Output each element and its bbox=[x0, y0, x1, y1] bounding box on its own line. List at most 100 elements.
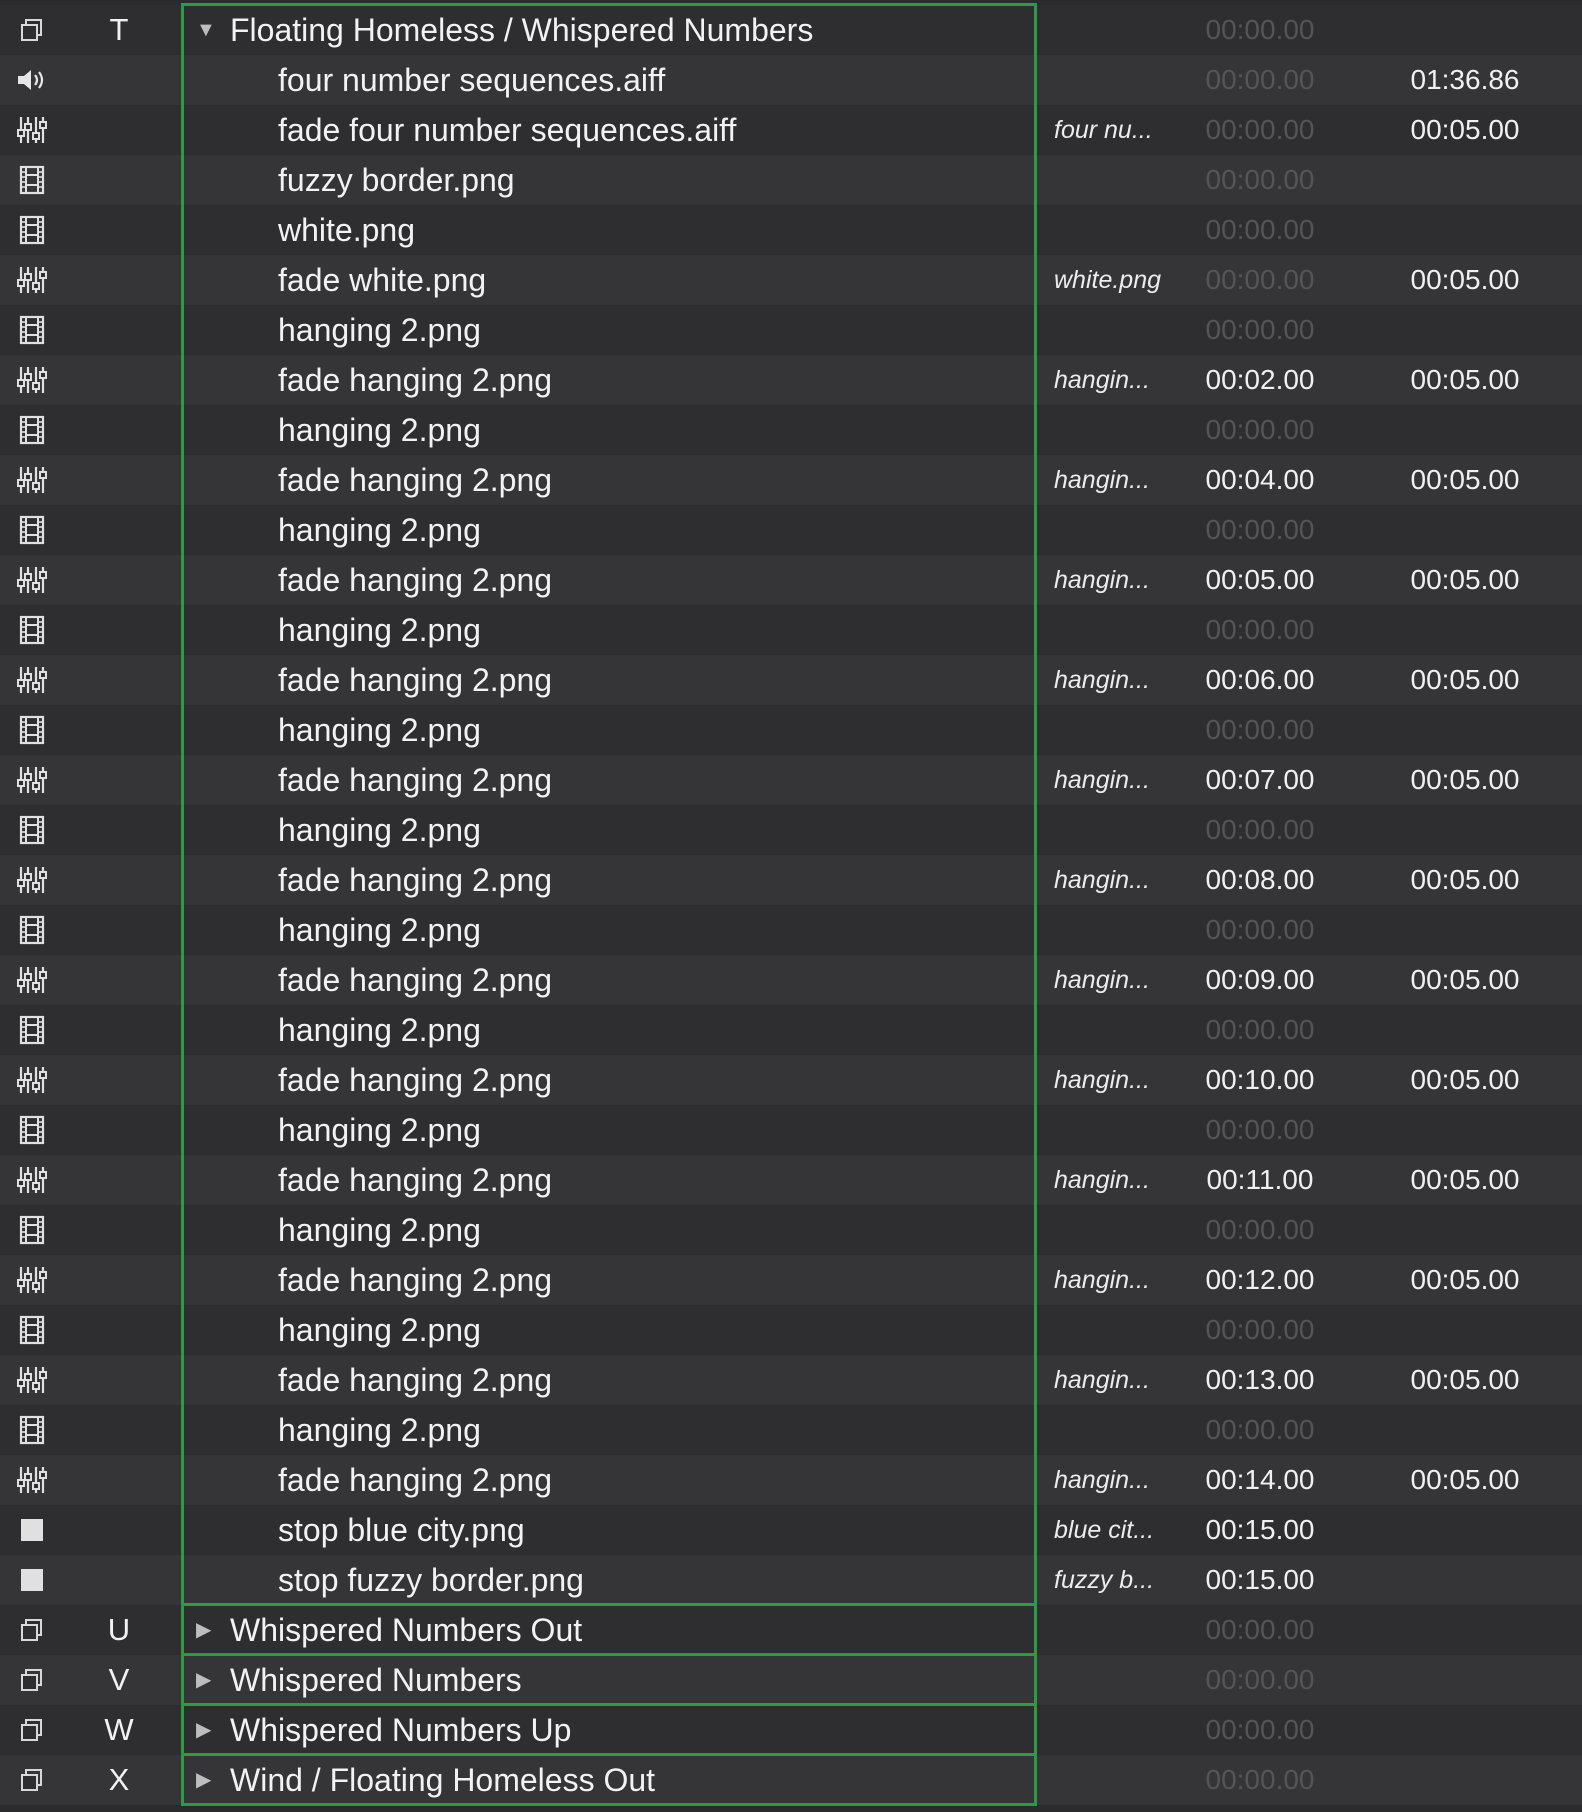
cue-duration[interactable] bbox=[1390, 805, 1540, 855]
cue-prewait[interactable]: 00:00.00 bbox=[1190, 405, 1330, 455]
cue-number[interactable]: U bbox=[64, 1605, 174, 1655]
cue-row[interactable]: fade hanging 2.png hangin... 00:11.00 00:05… bbox=[0, 1155, 1582, 1205]
cue-number[interactable] bbox=[64, 705, 174, 755]
cue-prewait[interactable]: 00:00.00 bbox=[1190, 55, 1330, 105]
cue-target[interactable]: hangin... bbox=[1044, 1455, 1189, 1505]
cue-name[interactable]: hanging 2.png bbox=[182, 1305, 1032, 1355]
cue-target[interactable] bbox=[1044, 805, 1189, 855]
cue-duration[interactable]: 00:05.00 bbox=[1390, 255, 1540, 305]
cue-row[interactable]: hanging 2.png 00:00.00 bbox=[0, 1405, 1582, 1455]
group-cue-row[interactable]: X ▶ Wind / Floating Homeless Out 00:00.00 bbox=[0, 1755, 1582, 1805]
cue-duration[interactable]: 00:05.00 bbox=[1390, 1355, 1540, 1405]
cue-name[interactable]: fuzzy border.png bbox=[182, 155, 1032, 205]
cue-prewait[interactable]: 00:06.00 bbox=[1190, 655, 1330, 705]
cue-prewait[interactable]: 00:00.00 bbox=[1190, 805, 1330, 855]
cue-target[interactable]: white.png bbox=[1044, 255, 1189, 305]
cue-name[interactable]: fade hanging 2.png bbox=[182, 1455, 1032, 1505]
cue-number[interactable] bbox=[64, 155, 174, 205]
cue-name[interactable]: Wind / Floating Homeless Out bbox=[182, 1755, 1032, 1805]
cue-row[interactable]: hanging 2.png 00:00.00 bbox=[0, 605, 1582, 655]
cue-duration[interactable]: 00:05.00 bbox=[1390, 1455, 1540, 1505]
cue-prewait[interactable]: 00:00.00 bbox=[1190, 105, 1330, 155]
cue-duration[interactable] bbox=[1390, 1605, 1540, 1655]
cue-prewait[interactable]: 00:09.00 bbox=[1190, 955, 1330, 1005]
cue-prewait[interactable]: 00:11.00 bbox=[1190, 1155, 1330, 1205]
cue-name[interactable]: white.png bbox=[182, 205, 1032, 255]
cue-target[interactable] bbox=[1044, 1105, 1189, 1155]
cue-row[interactable]: fade hanging 2.png hangin... 00:14.00 00:05… bbox=[0, 1455, 1582, 1505]
cue-prewait[interactable]: 00:00.00 bbox=[1190, 1205, 1330, 1255]
cue-number[interactable] bbox=[64, 1455, 174, 1505]
cue-row[interactable]: stop blue city.png blue cit... 00:15.00 bbox=[0, 1505, 1582, 1555]
cue-number[interactable] bbox=[64, 1555, 174, 1605]
cue-number[interactable] bbox=[64, 455, 174, 505]
cue-number[interactable] bbox=[64, 105, 174, 155]
cue-duration[interactable] bbox=[1390, 605, 1540, 655]
cue-target[interactable]: hangin... bbox=[1044, 1155, 1189, 1205]
cue-name[interactable]: four number sequences.aiff bbox=[182, 55, 1032, 105]
cue-row[interactable]: four number sequences.aiff 00:00.00 01:36.… bbox=[0, 55, 1582, 105]
cue-prewait[interactable]: 00:00.00 bbox=[1190, 255, 1330, 305]
cue-row[interactable]: fade hanging 2.png hangin... 00:12.00 00:05… bbox=[0, 1255, 1582, 1305]
cue-duration[interactable] bbox=[1390, 1305, 1540, 1355]
cue-name[interactable]: Whispered Numbers Out bbox=[182, 1605, 1032, 1655]
cue-prewait[interactable]: 00:05.00 bbox=[1190, 555, 1330, 605]
cue-target[interactable] bbox=[1044, 705, 1189, 755]
group-cue-row[interactable]: U ▶ Whispered Numbers Out 00:00.00 bbox=[0, 1605, 1582, 1655]
cue-name[interactable]: fade four number sequences.aiff bbox=[182, 105, 1032, 155]
cue-duration[interactable]: 00:05.00 bbox=[1390, 455, 1540, 505]
cue-duration[interactable] bbox=[1390, 205, 1540, 255]
cue-target[interactable] bbox=[1044, 155, 1189, 205]
cue-prewait[interactable]: 00:07.00 bbox=[1190, 755, 1330, 805]
cue-target[interactable] bbox=[1044, 1755, 1189, 1805]
cue-target[interactable]: fuzzy b... bbox=[1044, 1555, 1189, 1605]
cue-name[interactable]: hanging 2.png bbox=[182, 705, 1032, 755]
cue-name[interactable]: Whispered Numbers bbox=[182, 1655, 1032, 1705]
cue-name[interactable]: hanging 2.png bbox=[182, 505, 1032, 555]
cue-prewait[interactable]: 00:12.00 bbox=[1190, 1255, 1330, 1305]
cue-target[interactable] bbox=[1044, 905, 1189, 955]
cue-prewait[interactable]: 00:00.00 bbox=[1190, 1005, 1330, 1055]
cue-number[interactable] bbox=[64, 505, 174, 555]
cue-duration[interactable] bbox=[1390, 1405, 1540, 1455]
cue-prewait[interactable]: 00:00.00 bbox=[1190, 155, 1330, 205]
cue-row[interactable]: fuzzy border.png 00:00.00 bbox=[0, 155, 1582, 205]
cue-prewait[interactable]: 00:00.00 bbox=[1190, 605, 1330, 655]
cue-duration[interactable] bbox=[1390, 1705, 1540, 1755]
cue-prewait[interactable]: 00:14.00 bbox=[1190, 1455, 1330, 1505]
cue-target[interactable]: hangin... bbox=[1044, 1055, 1189, 1105]
cue-duration[interactable]: 00:05.00 bbox=[1390, 105, 1540, 155]
cue-name[interactable]: fade hanging 2.png bbox=[182, 1155, 1032, 1205]
cue-duration[interactable]: 00:05.00 bbox=[1390, 655, 1540, 705]
cue-duration[interactable] bbox=[1390, 505, 1540, 555]
cue-name[interactable]: hanging 2.png bbox=[182, 1405, 1032, 1455]
cue-number[interactable] bbox=[64, 555, 174, 605]
cue-prewait[interactable]: 00:00.00 bbox=[1190, 1705, 1330, 1755]
cue-target[interactable]: blue cit... bbox=[1044, 1505, 1189, 1555]
cue-target[interactable]: hangin... bbox=[1044, 855, 1189, 905]
cue-duration[interactable]: 00:05.00 bbox=[1390, 755, 1540, 805]
cue-name[interactable]: hanging 2.png bbox=[182, 805, 1032, 855]
cue-row[interactable]: hanging 2.png 00:00.00 bbox=[0, 705, 1582, 755]
cue-row[interactable]: hanging 2.png 00:00.00 bbox=[0, 505, 1582, 555]
cue-number[interactable] bbox=[64, 355, 174, 405]
cue-duration[interactable] bbox=[1390, 5, 1540, 55]
group-cue-row[interactable]: V ▶ Whispered Numbers 00:00.00 bbox=[0, 1655, 1582, 1705]
cue-duration[interactable] bbox=[1390, 1755, 1540, 1805]
cue-target[interactable]: hangin... bbox=[1044, 955, 1189, 1005]
cue-number[interactable] bbox=[64, 1055, 174, 1105]
cue-duration[interactable] bbox=[1390, 1655, 1540, 1705]
cue-prewait[interactable]: 00:00.00 bbox=[1190, 1305, 1330, 1355]
cue-prewait[interactable]: 00:00.00 bbox=[1190, 1755, 1330, 1805]
cue-name[interactable]: hanging 2.png bbox=[182, 1205, 1032, 1255]
cue-number[interactable] bbox=[64, 255, 174, 305]
cue-name[interactable]: hanging 2.png bbox=[182, 305, 1032, 355]
cue-name[interactable]: fade white.png bbox=[182, 255, 1032, 305]
cue-number[interactable] bbox=[64, 605, 174, 655]
cue-row[interactable]: stop fuzzy border.png fuzzy b... 00:15.00 bbox=[0, 1555, 1582, 1605]
cue-name[interactable]: stop blue city.png bbox=[182, 1505, 1032, 1555]
cue-number[interactable] bbox=[64, 1405, 174, 1455]
cue-row[interactable]: fade four number sequences.aiff four nu..… bbox=[0, 105, 1582, 155]
cue-row[interactable]: hanging 2.png 00:00.00 bbox=[0, 1205, 1582, 1255]
cue-duration[interactable]: 00:05.00 bbox=[1390, 855, 1540, 905]
